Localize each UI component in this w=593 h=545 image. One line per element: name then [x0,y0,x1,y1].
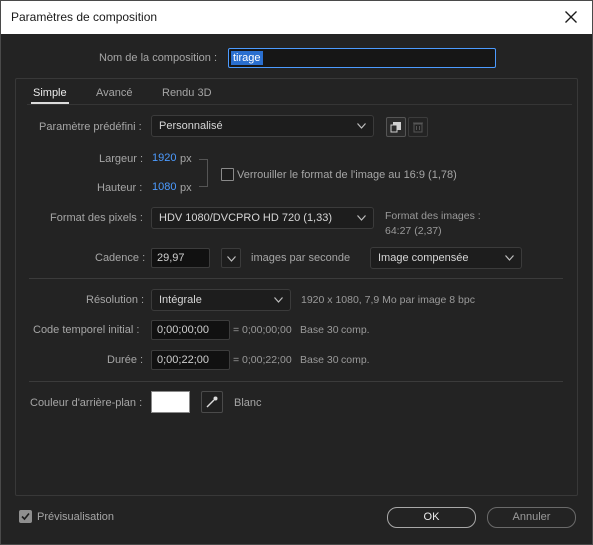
eyedropper-button[interactable] [201,391,223,413]
preset-label: Paramètre prédéfini : [39,121,142,133]
cancel-label: Annuler [512,511,551,523]
save-preset-icon [390,122,401,133]
window-title: Paramètres de composition [11,10,158,24]
save-preset-button[interactable] [386,117,406,137]
start-timecode-equals: = 0;00;00;00 [233,324,292,336]
resolution-dropdown[interactable]: Intégrale [151,289,291,311]
resolution-info: 1920 x 1080, 7,9 Mo par image 8 bpc [301,294,475,306]
frame-aspect-value: 64:27 (2,37) [385,225,442,237]
tab-3d-render[interactable]: Rendu 3D [162,87,212,99]
chevron-down-icon [357,123,366,129]
checkmark-icon [21,512,30,521]
lock-ratio-label: Verrouiller le format de l'image au 16:9… [237,169,457,181]
preview-checkbox[interactable] [19,510,32,523]
duration-comp: comp. [341,354,370,366]
start-timecode-input[interactable]: 0;00;00;00 [151,320,230,340]
frame-rate-input[interactable]: 29,97 [151,248,210,268]
duration-value: 0;00;22;00 [157,354,209,366]
pixel-format-dropdown[interactable]: HDV 1080/DVCPRO HD 720 (1,33) [151,207,374,229]
chevron-down-icon [227,256,236,262]
start-timecode-label: Code temporel initial : [33,324,140,336]
start-timecode-comp: comp. [341,324,370,336]
resolution-value: Intégrale [159,294,202,306]
duration-input[interactable]: 0;00;22;00 [151,350,230,370]
preview-label: Prévisualisation [37,511,115,523]
background-color-name: Blanc [234,397,262,409]
height-label: Hauteur : [97,182,143,194]
preset-value: Personnalisé [159,120,223,132]
chevron-down-icon [505,255,514,261]
section-divider [29,381,563,382]
trash-icon [413,122,423,133]
background-color-label: Couleur d'arrière-plan : [30,397,143,409]
width-value[interactable]: 1920 [152,152,176,164]
frame-rate-label: Cadence : [95,252,146,264]
frame-rate-unit: images par seconde [251,252,351,264]
pixel-format-label: Format des pixels : [50,212,143,224]
background-color-swatch[interactable] [151,391,190,413]
preset-dropdown[interactable]: Personnalisé [151,115,374,137]
frame-rate-mode-dropdown[interactable]: Image compensée [370,247,522,269]
link-bracket [199,159,208,187]
lock-ratio-checkbox[interactable] [221,168,234,181]
comp-name-input[interactable]: tirage [228,48,496,68]
tab-simple[interactable]: Simple [33,87,67,99]
cancel-button[interactable]: Annuler [487,507,576,528]
frame-rate-dropdown[interactable] [221,248,241,268]
height-value[interactable]: 1080 [152,181,176,193]
section-divider [29,278,563,279]
chevron-down-icon [274,297,283,303]
start-timecode-base: Base 30 [300,324,339,336]
resolution-label: Résolution : [86,294,145,306]
close-button[interactable] [558,4,584,30]
pixel-format-value: HDV 1080/DVCPRO HD 720 (1,33) [159,212,333,224]
frame-rate-value: 29,97 [157,252,185,264]
duration-base: Base 30 [300,354,339,366]
ok-label: OK [423,511,440,523]
frame-aspect-label: Format des images : [385,210,481,222]
settings-panel [15,78,578,496]
composition-settings-dialog: Paramètres de composition Nom de la comp… [0,0,593,545]
start-timecode-value: 0;00;00;00 [157,324,209,336]
tab-divider [27,104,572,105]
comp-name-value: tirage [231,51,263,65]
delete-preset-button[interactable] [408,117,428,137]
duration-equals: = 0;00;22;00 [233,354,292,366]
close-icon [565,11,577,23]
eyedropper-icon [206,396,218,408]
frame-rate-mode-value: Image compensée [378,252,469,264]
width-label: Largeur : [99,153,144,165]
comp-name-label: Nom de la composition : [99,52,217,64]
tab-advanced[interactable]: Avancé [96,87,133,99]
height-unit: px [180,182,192,194]
title-bar: Paramètres de composition [1,1,592,34]
duration-label: Durée : [107,354,144,366]
ok-button[interactable]: OK [387,507,476,528]
chevron-down-icon [357,215,366,221]
width-unit: px [180,153,192,165]
